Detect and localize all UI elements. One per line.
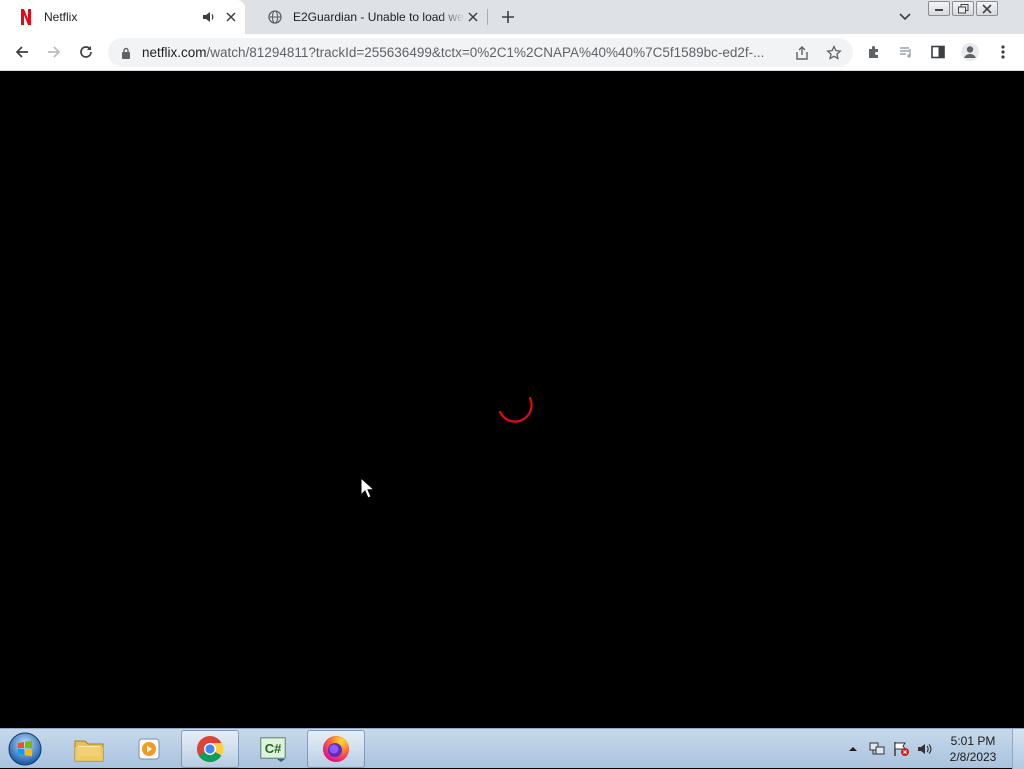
kebab-menu-icon: [1001, 45, 1005, 59]
side-panel-button[interactable]: [925, 39, 951, 65]
chevron-down-icon: [899, 13, 911, 21]
minimize-button[interactable]: [928, 1, 950, 16]
back-arrow-icon: [15, 46, 28, 58]
loading-spinner: [498, 396, 533, 423]
taskbar-firefox[interactable]: [307, 730, 365, 768]
close-window-button[interactable]: [976, 1, 998, 16]
media-player-icon: [138, 738, 160, 760]
url-path: /watch/81294811?trackId=255636499&tctx=0…: [206, 45, 765, 60]
chrome-icon: [197, 736, 224, 763]
playlist-icon: [900, 47, 911, 58]
show-desktop-button[interactable]: [1012, 729, 1024, 769]
bookmark-button[interactable]: [821, 40, 847, 66]
share-button[interactable]: [789, 40, 815, 66]
taskbar: C# 5:01 PM 2/8/2023: [0, 728, 1024, 769]
lock-icon[interactable]: [118, 45, 134, 61]
address-bar[interactable]: netflix.com/watch/81294811?trackId=25563…: [108, 38, 853, 67]
globe-icon: [267, 9, 283, 25]
start-button[interactable]: [5, 730, 45, 768]
tab-netflix[interactable]: Netflix: [0, 0, 245, 34]
close-tab-icon[interactable]: [223, 9, 239, 25]
tab-e2guardian[interactable]: E2Guardian - Unable to load web: [249, 0, 487, 34]
tab-title: E2Guardian - Unable to load web: [293, 10, 465, 24]
netflix-icon: [18, 9, 34, 25]
taskbar-media-player[interactable]: [120, 730, 178, 768]
chevron-up-icon: [849, 747, 857, 751]
extensions-button[interactable]: [861, 39, 887, 65]
forward-arrow-icon: [48, 46, 61, 58]
clock-time: 5:01 PM: [950, 734, 996, 748]
reload-button[interactable]: [73, 39, 99, 65]
tab-title: Netflix: [44, 10, 78, 24]
reload-icon: [80, 46, 92, 58]
csharp-icon: C#: [260, 737, 286, 762]
menu-button[interactable]: [990, 39, 1016, 65]
minimize-icon: [935, 8, 943, 11]
tray-network[interactable]: [866, 738, 888, 760]
media-control-button[interactable]: [893, 39, 919, 65]
taskbar-chrome[interactable]: [181, 730, 239, 768]
url-host: netflix.com: [142, 45, 207, 60]
tab-search-button[interactable]: [896, 8, 914, 26]
network-icon: [869, 742, 885, 755]
window-controls: [928, 1, 998, 16]
restore-button[interactable]: [952, 1, 974, 16]
tray-action-center[interactable]: [890, 738, 912, 760]
mouse-cursor-icon: [360, 477, 374, 499]
flag-error-icon: [894, 742, 909, 756]
back-button[interactable]: [9, 39, 35, 65]
clock-date: 2/8/2023: [949, 750, 997, 764]
file-explorer-icon: [74, 740, 104, 762]
new-tab-button[interactable]: [499, 8, 517, 26]
taskbar-csharp[interactable]: C#: [244, 730, 302, 768]
tab-strip: Netflix E2Guardian - Unable to load web: [0, 0, 1024, 34]
system-tray: [842, 729, 938, 769]
tray-clock[interactable]: 5:01 PM 2/8/2023: [940, 733, 1006, 765]
firefox-icon: [323, 736, 349, 762]
profile-button[interactable]: [957, 39, 983, 65]
windows-start-icon: [8, 732, 42, 766]
speaker-icon[interactable]: [201, 9, 217, 25]
close-tab-icon[interactable]: [465, 9, 481, 25]
star-icon: [826, 44, 842, 60]
url-text: netflix.com/watch/81294811?trackId=25563…: [142, 45, 789, 60]
side-panel-icon: [931, 45, 945, 59]
taskbar-file-explorer[interactable]: [60, 730, 118, 768]
browser-toolbar: netflix.com/watch/81294811?trackId=25563…: [0, 34, 1024, 71]
restore-icon: [957, 3, 968, 13]
avatar-icon: [961, 43, 979, 61]
volume-icon: [918, 744, 932, 754]
tray-volume[interactable]: [914, 738, 936, 760]
video-player-area[interactable]: [0, 72, 1024, 728]
tray-expand-button[interactable]: [842, 738, 864, 760]
puzzle-icon: [869, 46, 878, 58]
share-icon: [796, 45, 808, 60]
tab-separator: [487, 9, 488, 25]
forward-button[interactable]: [41, 39, 67, 65]
plus-icon: [502, 11, 514, 23]
svg-text:C#: C#: [265, 741, 282, 756]
close-icon: [982, 3, 992, 14]
